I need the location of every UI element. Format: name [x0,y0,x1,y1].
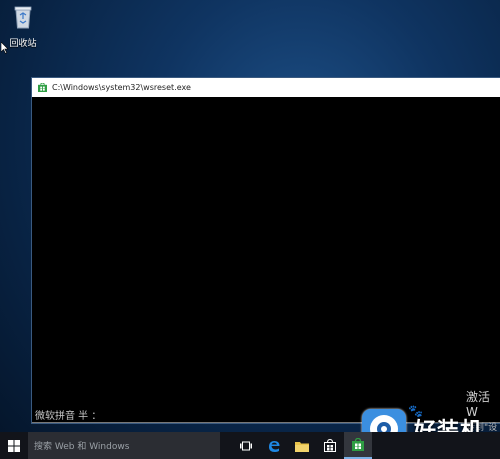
folder-icon [295,441,309,452]
task-view-button[interactable] [232,432,260,459]
window-titlebar[interactable]: C:\Windows\system32\wsreset.exe [32,78,500,97]
store-app-icon [352,438,364,451]
window-title: C:\Windows\system32\wsreset.exe [52,83,191,92]
edge-browser-button[interactable] [260,432,288,459]
shopping-bag-icon [324,439,336,452]
task-view-icon [240,441,252,450]
mouse-cursor-icon [1,42,9,54]
wsreset-taskbar-item[interactable] [344,432,372,459]
desktop: 回收站 C:\Windows\system32\wsreset.exe 微软拼音… [0,0,500,449]
console-window[interactable]: C:\Windows\system32\wsreset.exe 微软拼音 半 ： [31,77,500,424]
start-button[interactable] [0,432,28,459]
store-button[interactable] [316,432,344,459]
taskbar: 搜索 Web 和 Windows [0,432,500,459]
taskbar-search-box[interactable]: 搜索 Web 和 Windows [28,432,220,459]
recycle-bin[interactable]: 回收站 [4,4,42,49]
recycle-bin-icon [14,6,32,29]
recycle-bin-label: 回收站 [9,39,37,49]
edge-icon [269,440,280,452]
file-explorer-button[interactable] [288,432,316,459]
store-app-icon [38,83,47,92]
paw-print-icon: 🐾 [408,404,423,418]
console-area[interactable]: 微软拼音 半 ： [32,97,500,423]
windows-logo-icon [8,439,20,452]
